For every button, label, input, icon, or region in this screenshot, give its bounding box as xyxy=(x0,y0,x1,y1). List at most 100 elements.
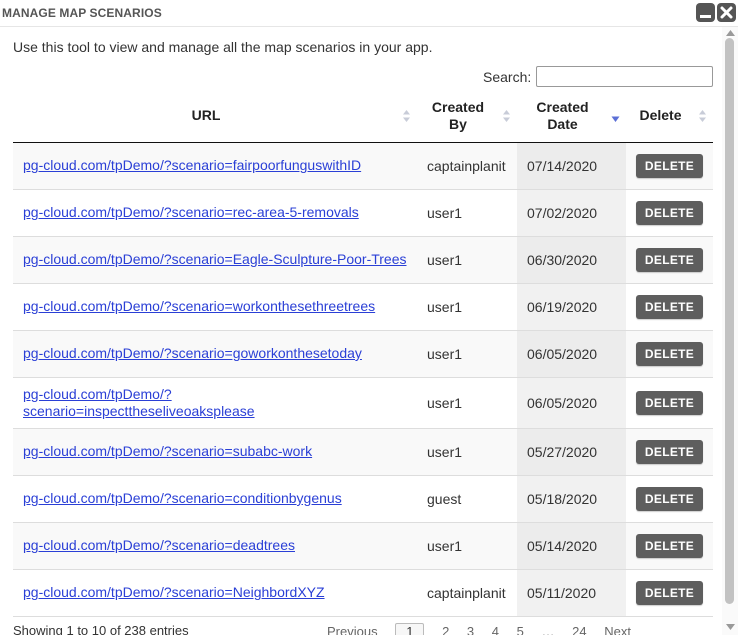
scroll-up-arrow-icon[interactable] xyxy=(726,30,735,36)
scenario-url-link[interactable]: pg-cloud.com/tpDemo/?scenario=fairpoorfu… xyxy=(23,157,361,173)
pager-page[interactable]: 24 xyxy=(572,624,586,635)
scenario-url-link[interactable]: pg-cloud.com/tpDemo/?scenario=rec-area-5… xyxy=(23,204,359,220)
table-info: Showing 1 to 10 of 238 entries xyxy=(13,623,189,635)
created-date-cell: 06/19/2020 xyxy=(517,283,626,331)
delete-button[interactable]: DELETE xyxy=(636,247,703,272)
url-cell: pg-cloud.com/tpDemo/? scenario=inspectth… xyxy=(13,377,417,429)
delete-button[interactable]: DELETE xyxy=(636,486,703,511)
delete-cell: DELETE xyxy=(626,475,713,523)
scenario-url-link[interactable]: pg-cloud.com/tpDemo/?scenario=deadtrees xyxy=(23,537,295,553)
delete-button[interactable]: DELETE xyxy=(636,153,703,178)
scenario-url-link[interactable]: pg-cloud.com/tpDemo/?scenario=NeighbordX… xyxy=(23,584,325,600)
url-cell: pg-cloud.com/tpDemo/?scenario=deadtrees xyxy=(13,522,417,570)
column-header-created-by[interactable]: Created By xyxy=(417,90,517,143)
pager-page-current[interactable]: 1 xyxy=(395,623,425,635)
created-by-cell: user1 xyxy=(417,236,517,284)
delete-cell: DELETE xyxy=(626,283,713,331)
delete-cell: DELETE xyxy=(626,428,713,476)
table-row: pg-cloud.com/tpDemo/?scenario=rec-area-5… xyxy=(13,189,713,237)
created-date-cell: 06/30/2020 xyxy=(517,236,626,284)
created-date-cell: 07/14/2020 xyxy=(517,142,626,190)
column-header-label-line2: Date xyxy=(547,115,578,132)
sort-descending-icon xyxy=(611,109,620,123)
table-row: pg-cloud.com/tpDemo/?scenario=goworkonth… xyxy=(13,330,713,378)
scenario-url-link[interactable]: pg-cloud.com/tpDemo/?scenario=subabc-wor… xyxy=(23,443,312,459)
scroll-down-arrow-icon[interactable] xyxy=(726,624,735,630)
delete-button[interactable]: DELETE xyxy=(636,294,703,319)
created-by-cell: user1 xyxy=(417,428,517,476)
pager-previous[interactable]: Previous xyxy=(327,624,378,635)
created-by-cell: user1 xyxy=(417,522,517,570)
minimize-button[interactable] xyxy=(696,3,715,22)
url-cell: pg-cloud.com/tpDemo/?scenario=rec-area-5… xyxy=(13,189,417,237)
url-cell: pg-cloud.com/tpDemo/?scenario=Eagle-Scul… xyxy=(13,236,417,284)
delete-button[interactable]: DELETE xyxy=(636,439,703,464)
table-row: pg-cloud.com/tpDemo/?scenario=subabc-wor… xyxy=(13,428,713,476)
delete-button[interactable]: DELETE xyxy=(636,341,703,366)
pager-next[interactable]: Next xyxy=(604,624,631,635)
delete-button[interactable]: DELETE xyxy=(636,200,703,225)
url-cell: pg-cloud.com/tpDemo/?scenario=workonthes… xyxy=(13,283,417,331)
pager-page[interactable]: 4 xyxy=(492,624,499,635)
created-by-cell: user1 xyxy=(417,377,517,429)
url-cell: pg-cloud.com/tpDemo/?scenario=conditionb… xyxy=(13,475,417,523)
created-by-cell: guest xyxy=(417,475,517,523)
url-line-1: pg-cloud.com/tpDemo/? xyxy=(23,385,172,402)
scenario-url-link[interactable]: pg-cloud.com/tpDemo/? scenario=inspectth… xyxy=(23,386,255,419)
delete-cell: DELETE xyxy=(626,142,713,190)
column-header-delete[interactable]: Delete xyxy=(626,90,713,143)
delete-cell: DELETE xyxy=(626,330,713,378)
pager-page[interactable]: 5 xyxy=(517,624,524,635)
url-line-2: scenario=inspecttheseliveoaksplease xyxy=(23,402,255,419)
column-header-label: Delete xyxy=(639,107,682,124)
scenarios-table: URL Created By Created Date Delete pg-cl… xyxy=(13,90,713,617)
delete-cell: DELETE xyxy=(626,189,713,237)
table-header-row: URL Created By Created Date Delete xyxy=(13,90,713,143)
created-by-cell: captainplanit xyxy=(417,569,517,617)
close-icon xyxy=(720,6,733,19)
table-row: pg-cloud.com/tpDemo/?scenario=workonthes… xyxy=(13,283,713,331)
created-by-cell: captainplanit xyxy=(417,142,517,190)
column-header-label-line2: By xyxy=(449,115,467,132)
table-row: pg-cloud.com/tpDemo/?scenario=fairpoorfu… xyxy=(13,142,713,190)
created-date-cell: 06/05/2020 xyxy=(517,377,626,429)
dialog-title: MANAGE MAP SCENARIOS xyxy=(2,6,162,20)
url-cell: pg-cloud.com/tpDemo/?scenario=NeighbordX… xyxy=(13,569,417,617)
delete-cell: DELETE xyxy=(626,377,713,429)
sort-both-icon xyxy=(698,109,707,123)
created-date-cell: 05/18/2020 xyxy=(517,475,626,523)
scenario-url-link[interactable]: pg-cloud.com/tpDemo/?scenario=workonthes… xyxy=(23,298,375,314)
created-by-cell: user1 xyxy=(417,283,517,331)
column-header-created-date[interactable]: Created Date xyxy=(517,90,626,143)
delete-cell: DELETE xyxy=(626,569,713,617)
search-input[interactable] xyxy=(536,66,713,87)
created-by-cell: user1 xyxy=(417,189,517,237)
delete-button[interactable]: DELETE xyxy=(636,580,703,605)
pager-page[interactable]: 2 xyxy=(442,624,449,635)
scenario-url-link[interactable]: pg-cloud.com/tpDemo/?scenario=Eagle-Scul… xyxy=(23,251,407,267)
scenario-url-link[interactable]: pg-cloud.com/tpDemo/?scenario=conditionb… xyxy=(23,490,342,506)
scenario-url-link[interactable]: pg-cloud.com/tpDemo/?scenario=goworkonth… xyxy=(23,345,362,361)
table-row: pg-cloud.com/tpDemo/?scenario=conditionb… xyxy=(13,475,713,523)
pager-ellipsis: … xyxy=(541,624,555,635)
url-cell: pg-cloud.com/tpDemo/?scenario=subabc-wor… xyxy=(13,428,417,476)
sort-both-icon xyxy=(402,109,411,123)
delete-cell: DELETE xyxy=(626,236,713,284)
created-date-cell: 05/14/2020 xyxy=(517,522,626,570)
table-row: pg-cloud.com/tpDemo/?scenario=deadtrees … xyxy=(13,522,713,570)
close-button[interactable] xyxy=(717,3,736,22)
created-date-cell: 07/02/2020 xyxy=(517,189,626,237)
table-row: pg-cloud.com/tpDemo/?scenario=NeighbordX… xyxy=(13,569,713,617)
created-date-cell: 05/27/2020 xyxy=(517,428,626,476)
dialog-content: Use this tool to view and manage all the… xyxy=(0,27,722,635)
table-footer: Showing 1 to 10 of 238 entries Previous … xyxy=(13,623,713,635)
scrollbar-thumb[interactable] xyxy=(725,38,734,604)
pagination: Previous 1 2 3 4 5 … 24 Next xyxy=(327,623,645,635)
column-header-url[interactable]: URL xyxy=(13,90,417,143)
delete-button[interactable]: DELETE xyxy=(636,533,703,558)
delete-cell: DELETE xyxy=(626,522,713,570)
search-label: Search: xyxy=(483,69,532,85)
delete-button[interactable]: DELETE xyxy=(636,390,703,415)
pager-page[interactable]: 3 xyxy=(467,624,474,635)
url-cell: pg-cloud.com/tpDemo/?scenario=goworkonth… xyxy=(13,330,417,378)
